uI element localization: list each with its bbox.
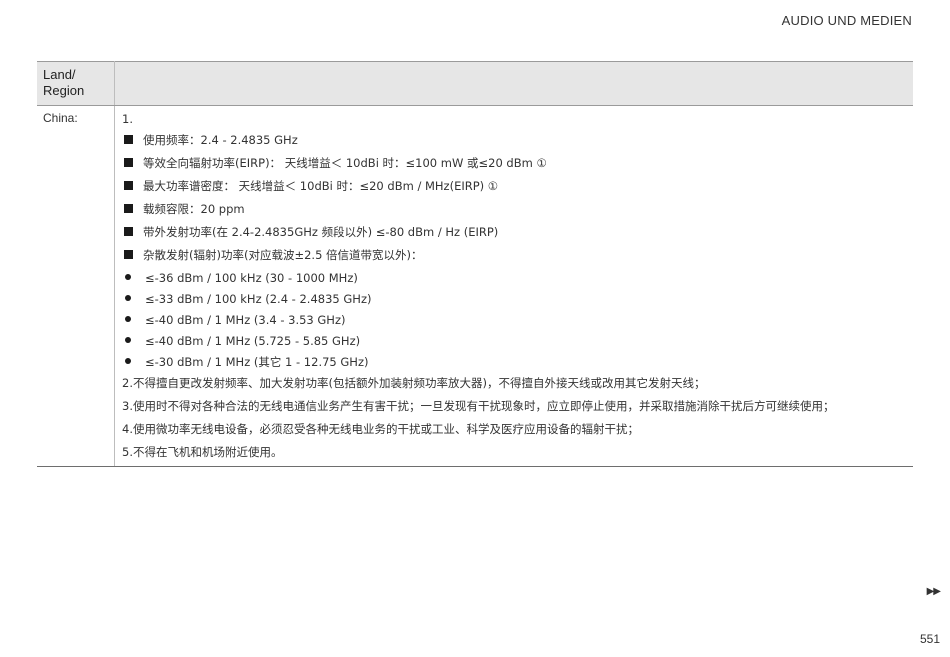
round-bullet-icon xyxy=(125,316,131,322)
radio-spec-table: Land/ Region China: 1. 使用频率：2.4 - 2.4835… xyxy=(37,61,913,467)
spurious-limit-text: ≤-36 dBm / 100 kHz (30 - 1000 MHz) xyxy=(145,271,358,285)
land-cell: China: xyxy=(37,105,115,467)
spurious-limit: ≤-36 dBm / 100 kHz (30 - 1000 MHz) xyxy=(122,270,907,291)
spec-point: 杂散发射(辐射)功率(对应载波±2.5 倍信道带宽以外)： xyxy=(122,247,907,270)
item-number-1-text: 1. xyxy=(122,112,133,126)
spurious-limit: ≤-33 dBm / 100 kHz (2.4 - 2.4835 GHz) xyxy=(122,291,907,312)
spurious-limit: ≤-30 dBm / 1 MHz (其它 1 - 12.75 GHz) xyxy=(122,354,907,375)
square-bullet-icon xyxy=(124,158,133,167)
column-header-land-region: Land/ Region xyxy=(37,61,115,106)
spec-point: 带外发射功率(在 2.4-2.4835GHz 频段以外) ≤-80 dBm / … xyxy=(122,224,907,247)
round-bullet-icon xyxy=(125,358,131,364)
table-row-china: China: 1. 使用频率：2.4 - 2.4835 GHz 等效全向辐射功率… xyxy=(37,105,913,467)
spec-point-text: 使用频率：2.4 - 2.4835 GHz xyxy=(143,133,298,147)
square-bullet-icon xyxy=(124,181,133,190)
spurious-limit: ≤-40 dBm / 1 MHz (3.4 - 3.53 GHz) xyxy=(122,312,907,333)
round-bullet-icon xyxy=(125,295,131,301)
table-header-row: Land/ Region xyxy=(37,61,913,106)
spec-point: 载频容限：20 ppm xyxy=(122,201,907,224)
numbered-item-5: 5.不得在飞机和机场附近使用。 xyxy=(122,445,283,459)
spec-point-text: 带外发射功率(在 2.4-2.4835GHz 频段以外) ≤-80 dBm / … xyxy=(143,225,499,239)
numbered-item-3: 3.使用时不得对各种合法的无线电通信业务产生有害干扰；一旦发现有干扰现象时，应立… xyxy=(122,399,835,413)
spec-point: 最大功率谱密度： 天线增益＜ 10dBi 时：≤20 dBm / MHz(EIR… xyxy=(122,178,907,201)
spec-point: 等效全向辐射功率(EIRP)： 天线增益＜ 10dBi 时：≤100 mW 或≤… xyxy=(122,155,907,178)
spec-point-text: 等效全向辐射功率(EIRP)： 天线增益＜ 10dBi 时：≤100 mW 或≤… xyxy=(143,156,547,170)
content-cell: 1. 使用频率：2.4 - 2.4835 GHz 等效全向辐射功率(EIRP)：… xyxy=(114,105,913,467)
item-number-1: 1. xyxy=(122,111,907,132)
round-bullet-icon xyxy=(125,274,131,280)
section-title: AUDIO UND MEDIEN xyxy=(781,13,912,28)
spec-point-text: 最大功率谱密度： 天线增益＜ 10dBi 时：≤20 dBm / MHz(EIR… xyxy=(143,179,499,193)
numbered-item-4: 4.使用微功率无线电设备，必须忍受各种无线电业务的干扰或工业、科学及医疗应用设备… xyxy=(122,422,639,436)
spurious-limit-text: ≤-40 dBm / 1 MHz (5.725 - 5.85 GHz) xyxy=(145,334,361,348)
square-bullet-icon xyxy=(124,250,133,259)
square-bullet-icon xyxy=(124,135,133,144)
double-arrow-right-icon[interactable]: ▶▶ xyxy=(927,586,941,597)
square-bullet-icon xyxy=(124,227,133,236)
spurious-limit-text: ≤-40 dBm / 1 MHz (3.4 - 3.53 GHz) xyxy=(145,313,346,327)
spec-point-text: 载频容限：20 ppm xyxy=(143,202,245,216)
square-bullet-icon xyxy=(124,204,133,213)
numbered-item-2: 2.不得擅自更改发射频率、加大发射功率(包括额外加装射频功率放大器)，不得擅自外… xyxy=(122,376,706,390)
round-bullet-icon xyxy=(125,337,131,343)
spec-point-text: 杂散发射(辐射)功率(对应载波±2.5 倍信道带宽以外)： xyxy=(143,248,423,262)
page-number: 551 xyxy=(919,632,940,646)
spurious-limit-text: ≤-30 dBm / 1 MHz (其它 1 - 12.75 GHz) xyxy=(145,355,369,369)
spurious-limit: ≤-40 dBm / 1 MHz (5.725 - 5.85 GHz) xyxy=(122,333,907,354)
column-header-content xyxy=(114,61,913,106)
spec-point: 使用频率：2.4 - 2.4835 GHz xyxy=(122,132,907,155)
spurious-limit-text: ≤-33 dBm / 100 kHz (2.4 - 2.4835 GHz) xyxy=(145,292,372,306)
column-header-land-label: Land/ Region xyxy=(43,67,85,98)
